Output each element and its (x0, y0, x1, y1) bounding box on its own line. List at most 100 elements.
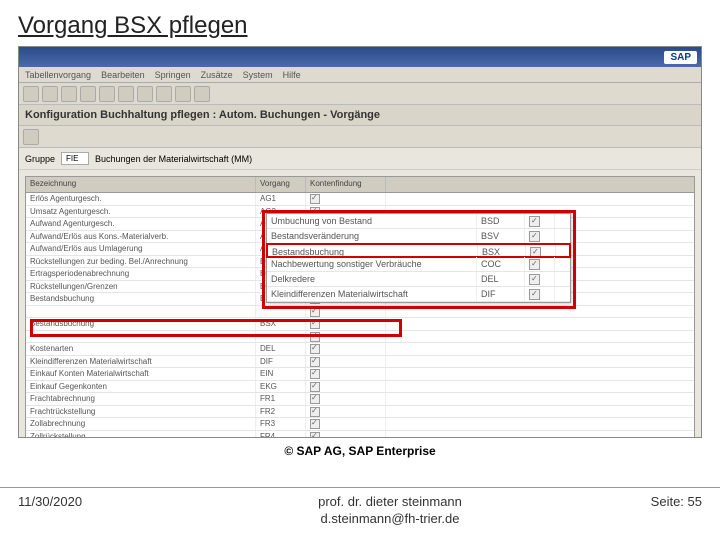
cell-name: Zollabrechnung (26, 418, 256, 430)
table-row[interactable]: Einkauf GegenkontenEKG (26, 381, 694, 394)
cell-check (306, 318, 386, 330)
footer-email: d.steinmann@fh-trier.de (158, 511, 622, 528)
sap-screenshot: SAP Tabellenvorgang Bearbeiten Springen … (18, 46, 702, 438)
menu-item[interactable]: Springen (155, 70, 191, 80)
overlay-row[interactable]: DelkredereDEL (267, 272, 570, 287)
overlay-row[interactable]: BestandsbuchungBSX (266, 243, 571, 258)
cell-code: DIF (256, 356, 306, 368)
cell-name: Erlös Agenturgesch. (26, 193, 256, 205)
cell-code: EKG (256, 381, 306, 393)
toolbar-icon[interactable] (99, 86, 115, 102)
cell-name: Einkauf Gegenkonten (26, 381, 256, 393)
cell-check (306, 406, 386, 418)
cell-name: Bestandsbuchung (268, 245, 478, 256)
menu-item[interactable]: Tabellenvorgang (25, 70, 91, 80)
checkbox-icon (310, 319, 320, 329)
table-row[interactable]: ZollabrechnungFR3 (26, 418, 694, 431)
cell-check (306, 306, 386, 318)
checkbox-icon (310, 307, 320, 317)
table-row[interactable]: FrachtabrechnungFR1 (26, 393, 694, 406)
toolbar-icon[interactable] (23, 86, 39, 102)
slide-title: Vorgang BSX pflegen (18, 12, 702, 40)
table-row[interactable]: ZollrückstellungFR4 (26, 431, 694, 439)
table-row[interactable]: Einkauf Konten MaterialwirtschaftEIN (26, 368, 694, 381)
toolbar-icon[interactable] (42, 86, 58, 102)
cell-name: Delkredere (267, 272, 477, 286)
overlay-row[interactable]: Umbuchung von BestandBSD (267, 214, 570, 229)
cell-name: Frachtabrechnung (26, 393, 256, 405)
cell-code: FR1 (256, 393, 306, 405)
cell-check (306, 331, 386, 343)
toolbar-icon[interactable] (194, 86, 210, 102)
toolbar-icon[interactable] (175, 86, 191, 102)
table-row[interactable]: Kleindifferenzen MaterialwirtschaftDIF (26, 356, 694, 369)
cell-code (256, 331, 306, 343)
table-row[interactable]: FrachtrückstellungFR2 (26, 406, 694, 419)
table-row[interactable]: Erlös Agenturgesch.AG1 (26, 193, 694, 206)
overlay-row[interactable]: Nachbewertung sonstiger VerbräucheCOC (267, 257, 570, 272)
table-row[interactable]: BestandsbuchungBSX (26, 318, 694, 331)
table-row[interactable] (26, 306, 694, 319)
table-row[interactable] (26, 331, 694, 344)
cell-check (526, 245, 556, 256)
cell-name: Einkauf Konten Materialwirtschaft (26, 368, 256, 380)
checkbox-icon (530, 247, 541, 256)
checkbox-icon (529, 216, 540, 227)
menu-item[interactable]: Zusätze (201, 70, 233, 80)
checkbox-icon (310, 432, 320, 439)
overlay-row[interactable]: BestandsveränderungBSV (267, 229, 570, 244)
cell-name: Zollrückstellung (26, 431, 256, 439)
cell-code: DEL (477, 272, 525, 286)
cell-check (525, 272, 555, 286)
cell-check (306, 193, 386, 205)
checkbox-icon (529, 274, 540, 285)
cell-name: Frachtrückstellung (26, 406, 256, 418)
cell-name: Ertragsperiodenabrechnung (26, 268, 256, 280)
titlebar: SAP (19, 47, 701, 67)
checkbox-icon (310, 407, 320, 417)
checkbox-icon (529, 289, 540, 300)
cell-name (26, 331, 256, 343)
col-header: Vorgang (256, 177, 306, 192)
toolbar-icon[interactable] (137, 86, 153, 102)
cell-check (525, 214, 555, 228)
cell-name: Rückstellungen/Grenzen (26, 281, 256, 293)
group-label: Gruppe (25, 154, 55, 164)
cell-check (306, 381, 386, 393)
cell-code: EIN (256, 368, 306, 380)
toolbar-icon[interactable] (23, 129, 39, 145)
checkbox-icon (310, 194, 320, 204)
toolbar-icon[interactable] (118, 86, 134, 102)
checkbox-icon (310, 369, 320, 379)
cell-code: FR4 (256, 431, 306, 439)
cell-code: FR3 (256, 418, 306, 430)
footer-date: 11/30/2020 (18, 494, 158, 528)
cell-check (306, 356, 386, 368)
cell-code (256, 306, 306, 318)
cell-code: BSD (477, 214, 525, 228)
checkbox-icon (529, 259, 540, 270)
checkbox-icon (310, 382, 320, 392)
group-text: Buchungen der Materialwirtschaft (MM) (95, 154, 252, 164)
cell-name (26, 306, 256, 318)
cell-check (525, 287, 555, 301)
menu-item[interactable]: Hilfe (283, 70, 301, 80)
cell-name: Bestandsveränderung (267, 229, 477, 243)
toolbar-icon[interactable] (156, 86, 172, 102)
menu-item[interactable]: System (243, 70, 273, 80)
transaction-heading: Konfiguration Buchhaltung pflegen : Auto… (19, 105, 701, 126)
cell-code: AG1 (256, 193, 306, 205)
table-row[interactable]: KostenartenDEL (26, 343, 694, 356)
col-header: Kontenfindung (306, 177, 386, 192)
overlay-row[interactable]: Kleindifferenzen MaterialwirtschaftDIF (267, 287, 570, 302)
cell-name: Aufwand/Erlös aus Umlagerung (26, 243, 256, 255)
sap-logo: SAP (664, 51, 697, 64)
cell-code: BSX (256, 318, 306, 330)
toolbar-icon[interactable] (80, 86, 96, 102)
menu-item[interactable]: Bearbeiten (101, 70, 145, 80)
toolbar-secondary (19, 126, 701, 148)
toolbar-icon[interactable] (61, 86, 77, 102)
cell-code: DIF (477, 287, 525, 301)
cell-name: Aufwand/Erlös aus Kons.-Materialverb. (26, 231, 256, 243)
footer: 11/30/2020 prof. dr. dieter steinmann d.… (0, 487, 720, 528)
